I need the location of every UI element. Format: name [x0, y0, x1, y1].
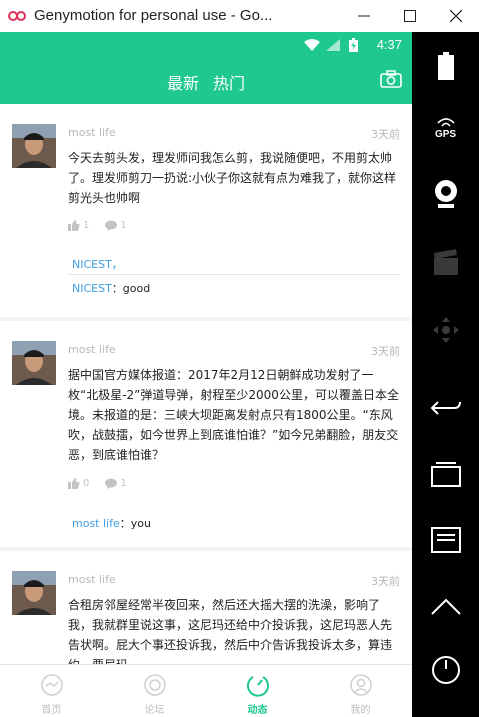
post-actions: 0 1 [68, 478, 127, 489]
comment-bubble-icon [105, 478, 118, 489]
post-time: 3天前 [371, 345, 400, 358]
home-icon [430, 598, 461, 615]
webcam-widget[interactable] [412, 172, 479, 216]
comment-text: ：you [119, 517, 151, 530]
dpad-icon [432, 317, 459, 343]
nav-label: 动态 [247, 705, 268, 716]
post-actions: 1 1 [68, 220, 127, 231]
dynamic-icon [247, 676, 269, 697]
like-button[interactable]: 1 [68, 220, 89, 231]
post-card[interactable]: most life 3天前 合租房邻屋经常半夜回来，然后还大摇大摆的洗澡，影响了… [0, 551, 412, 664]
back-button[interactable] [412, 388, 479, 428]
tab-hot[interactable]: 热门 [213, 70, 245, 94]
nav-profile[interactable]: 我的 [309, 665, 412, 717]
video-capture-icon [433, 249, 458, 275]
post-content: 合租房邻屋经常半夜回来，然后还大摇大摆的洗澡，影响了我，我就群里说这事，这尼玛还… [68, 598, 393, 664]
window-title: Genymotion for personal use - Go... [34, 7, 273, 24]
menu-icon [430, 527, 461, 553]
wifi-icon [304, 39, 320, 51]
home-button[interactable] [412, 586, 479, 626]
nav-label: 首页 [41, 705, 62, 716]
maximize-button[interactable] [387, 0, 433, 32]
comment-count: 1 [120, 220, 127, 231]
avatar[interactable] [12, 571, 56, 615]
gps-widget[interactable]: GPS [412, 108, 479, 148]
gps-icon [436, 117, 455, 127]
avatar[interactable] [12, 124, 56, 168]
comment-count: 1 [120, 478, 127, 489]
camera-icon[interactable] [380, 70, 402, 88]
comment-item[interactable]: NICEST：good [72, 280, 150, 296]
menu-button[interactable] [412, 520, 479, 560]
post-content: 据中国官方媒体报道：2017年2月12日朝鲜成功发射了一枚“北极星-2”弹道导弹… [68, 368, 399, 462]
post-username[interactable]: most life [68, 126, 116, 139]
back-icon [430, 401, 461, 415]
comment-author[interactable]: NICEST， [72, 258, 123, 271]
comment-author[interactable]: most life [72, 517, 120, 530]
minimize-button[interactable] [341, 0, 387, 32]
nav-dynamic[interactable]: 动态 [206, 665, 309, 717]
like-button[interactable]: 0 [68, 478, 89, 489]
battery-charging-icon [349, 38, 358, 52]
signal-icon [326, 39, 340, 51]
genymotion-logo-icon [8, 11, 26, 21]
battery-widget[interactable] [412, 48, 479, 84]
app-header: 最新 热门 [0, 58, 412, 104]
like-count: 0 [83, 478, 90, 489]
thumbs-up-icon [68, 220, 80, 231]
maximize-icon [404, 10, 416, 22]
genymotion-side-panel: GPS [412, 32, 479, 717]
comment-text: ：good [111, 282, 151, 295]
power-icon [431, 656, 460, 684]
dpad-widget[interactable] [412, 308, 479, 352]
post-time: 3天前 [371, 128, 400, 141]
battery-icon [437, 52, 454, 80]
post-card[interactable]: most life 3天前 据中国官方媒体报道：2017年2月12日朝鲜成功发射… [0, 321, 412, 547]
gps-label: GPS [434, 128, 457, 140]
nav-home[interactable]: 首页 [0, 665, 103, 717]
bottom-navigation: 首页 论坛 动态 我的 [0, 664, 412, 717]
avatar[interactable] [12, 341, 56, 385]
video-capture-widget[interactable] [412, 240, 479, 284]
nav-forum[interactable]: 论坛 [103, 665, 206, 717]
comment-divider [68, 274, 400, 275]
like-count: 1 [83, 220, 90, 231]
post-username[interactable]: most life [68, 343, 116, 356]
comment-item[interactable]: most life：you [72, 515, 151, 531]
minimize-icon [358, 15, 370, 17]
window-titlebar: Genymotion for personal use - Go... [0, 0, 479, 33]
android-screen: 4:37 最新 热门 most life 3天前 今天去剪头发，理发师问我怎么剪… [0, 32, 412, 717]
comment-button[interactable]: 1 [105, 478, 127, 489]
nav-label: 论坛 [144, 705, 165, 716]
power-button[interactable] [412, 650, 479, 690]
forum-icon [144, 674, 166, 696]
post-content: 今天去剪头发，理发师问我怎么剪，我说随便吧，不用剪太帅了。理发师剪刀一扔说:小伙… [68, 151, 397, 205]
home-icon [41, 674, 63, 696]
status-bar: 4:37 [0, 32, 412, 58]
profile-icon [350, 674, 372, 696]
comment-item[interactable]: NICEST， [72, 256, 123, 272]
post-time: 3天前 [371, 575, 400, 588]
comment-button[interactable]: 1 [105, 220, 127, 231]
post-card[interactable]: most life 3天前 今天去剪头发，理发师问我怎么剪，我说随便吧，不用剪太… [0, 104, 412, 317]
recent-apps-icon [430, 462, 461, 487]
thumbs-up-icon [68, 478, 80, 489]
post-feed[interactable]: most life 3天前 今天去剪头发，理发师问我怎么剪，我说随便吧，不用剪太… [0, 104, 412, 664]
webcam-icon [434, 180, 457, 208]
recent-apps-button[interactable] [412, 454, 479, 494]
close-button[interactable] [433, 0, 479, 32]
comment-bubble-icon [105, 220, 118, 231]
close-icon [450, 10, 462, 22]
nav-label: 我的 [350, 705, 371, 716]
status-time: 4:37 [376, 37, 402, 52]
comment-author[interactable]: NICEST [72, 282, 112, 295]
post-username[interactable]: most life [68, 573, 116, 586]
tab-latest[interactable]: 最新 [167, 70, 199, 94]
